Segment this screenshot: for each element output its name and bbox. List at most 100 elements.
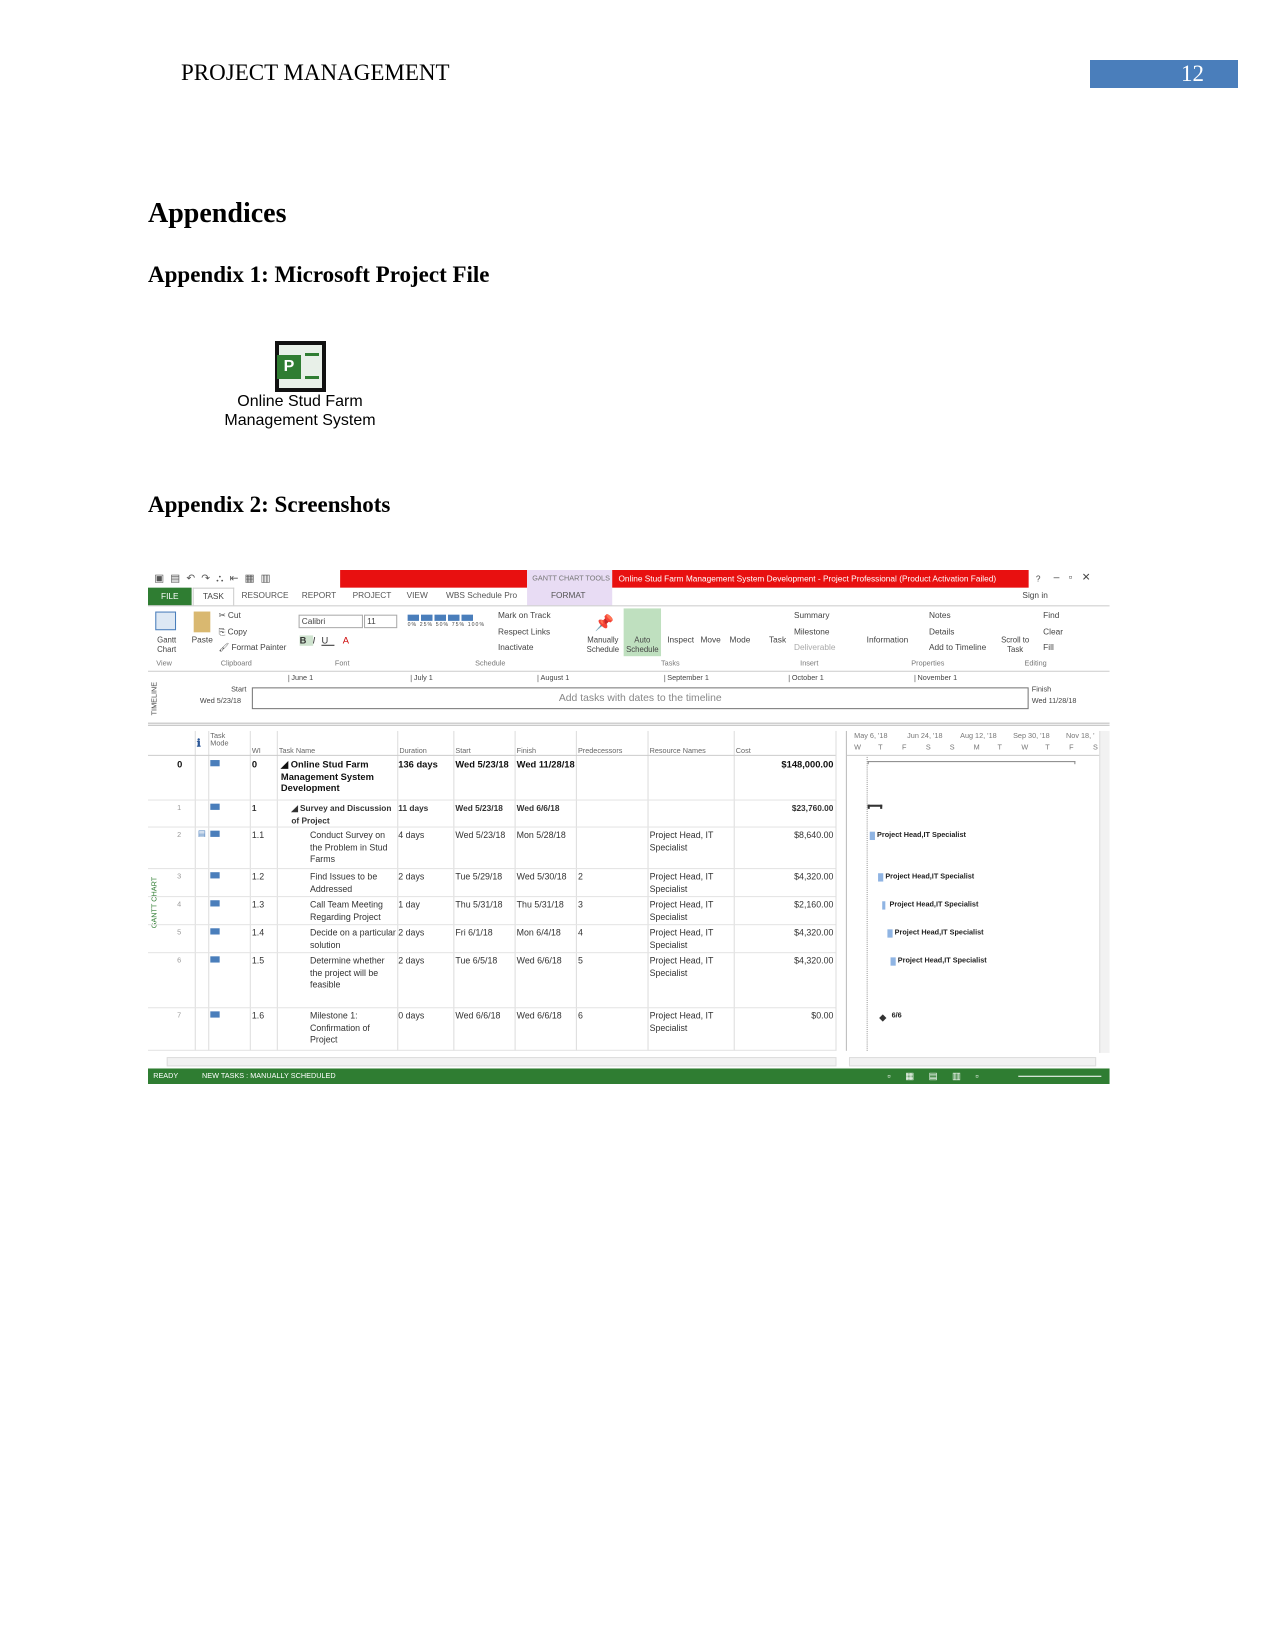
row-id: 3: [177, 873, 182, 881]
gantt-chart-button[interactable]: Gantt Chart: [152, 635, 181, 654]
table-row[interactable]: 7 1.6 Milestone 1: Confirmation of Project…: [148, 1008, 836, 1051]
details-button[interactable]: Details: [929, 627, 954, 636]
help-button[interactable]: ?: [1036, 574, 1041, 583]
sign-in-link[interactable]: Sign in: [1022, 591, 1047, 600]
ms-project-file-icon[interactable]: P: [275, 341, 326, 392]
percent-complete-icons[interactable]: [407, 614, 475, 621]
milestone-diamond-icon[interactable]: ◆: [879, 1012, 886, 1023]
row-id: 0: [177, 759, 183, 770]
cut-button[interactable]: ✂ Cut: [219, 611, 241, 620]
project-summary-bar[interactable]: [867, 761, 1076, 765]
window-controls[interactable]: –▫✕: [1054, 572, 1100, 583]
duration-cell: 11 days: [398, 803, 429, 814]
deliverable-button[interactable]: Deliverable: [794, 643, 836, 652]
task-bar-label: Project Head,IT Specialist: [894, 929, 984, 937]
tab-resource[interactable]: RESOURCE: [241, 591, 288, 600]
gantt-day-label: S: [1093, 744, 1098, 752]
font-size-select[interactable]: 11: [364, 614, 398, 629]
task-bar[interactable]: [869, 831, 875, 841]
gantt-day-label: F: [901, 744, 907, 752]
table-row[interactable]: 3 1.2 Find Issues to be Addressed 2 days Tue…: [148, 869, 836, 898]
cut-icon: ✂: [218, 610, 228, 620]
milestone-label: 6/6: [891, 1012, 902, 1020]
column-header[interactable]: Resource Names: [650, 748, 733, 755]
clear-button[interactable]: Clear: [1043, 627, 1063, 636]
summary-button[interactable]: Summary: [794, 611, 830, 620]
add-to-timeline-button[interactable]: Add to Timeline: [929, 643, 986, 652]
table-row[interactable]: 4 1.3 Call Team Meeting Regarding Project 1…: [148, 897, 836, 926]
font-family-select[interactable]: Calibri: [298, 614, 363, 629]
task-mode-icon: [210, 872, 220, 879]
move-button[interactable]: Move: [700, 635, 720, 644]
view-shortcut-icons[interactable]: ▫▦▤▥▫: [887, 1068, 993, 1084]
column-header[interactable]: Task Name: [279, 748, 362, 755]
mark-on-track-button[interactable]: Mark on Track: [498, 611, 551, 620]
milestone-button[interactable]: Milestone: [794, 627, 830, 636]
predecessors-cell: 2: [577, 871, 583, 882]
percent-labels: 0% 25% 50% 75% 100%: [407, 621, 486, 629]
table-row[interactable]: 2 ▤ 1.1 Conduct Survey on the Problem in St…: [148, 828, 836, 870]
task-bar[interactable]: [878, 873, 884, 882]
tab-view[interactable]: VIEW: [407, 591, 428, 600]
respect-links-button[interactable]: Respect Links: [498, 627, 550, 636]
task-mode-icon: [210, 803, 220, 810]
scroll-to-task-button[interactable]: Scroll to Task: [1000, 635, 1031, 654]
task-mode-icon: [210, 760, 220, 767]
status-new-tasks[interactable]: NEW TASKS : MANUALLY SCHEDULED: [202, 1068, 336, 1084]
quick-access-toolbar[interactable]: ▣▤↶↷⛬⇤▦▥: [154, 573, 336, 584]
font-format-buttons[interactable]: BIU A: [299, 635, 356, 646]
timeline-month: October 1: [788, 674, 824, 683]
paste-button[interactable]: Paste: [192, 635, 213, 644]
inspect-button[interactable]: Inspect: [667, 635, 694, 644]
table-row[interactable]: 1 1 ◢ Survey and Discussion of Project 11 d…: [148, 801, 836, 828]
context-tab-label: GANTT CHART TOOLS: [532, 575, 610, 583]
auto-schedule-button[interactable]: Auto Schedule: [623, 608, 662, 657]
timeline-bar[interactable]: Add tasks with dates to the timeline: [251, 687, 1029, 710]
task-name-cell: Determine whether the project will be fe…: [310, 955, 385, 990]
table-horizontal-scrollbar[interactable]: [166, 1057, 837, 1067]
inactivate-button[interactable]: Inactivate: [498, 643, 534, 652]
table-row[interactable]: 0 0 ◢ Online Stud Farm Management System D…: [148, 757, 836, 801]
task-button[interactable]: Task: [769, 635, 786, 644]
gantt-period-label: Jun 24, '18: [907, 733, 943, 741]
gantt-day-label: W: [854, 744, 862, 752]
finish-cell: Wed 6/6/18: [516, 955, 562, 966]
copy-button[interactable]: ⎘ Copy: [219, 627, 247, 637]
information-button[interactable]: Information: [867, 635, 909, 644]
task-bar[interactable]: [882, 901, 886, 910]
vertical-scrollbar[interactable]: [1099, 730, 1110, 1053]
task-bar[interactable]: [890, 957, 896, 966]
column-header[interactable]: Task Mode: [210, 733, 241, 748]
start-cell: Wed 5/23/18: [455, 803, 503, 814]
table-row[interactable]: 6 1.5 Determine whether the project will b…: [148, 953, 836, 1009]
status-ready: READY: [153, 1072, 179, 1080]
gantt-horizontal-scrollbar[interactable]: [848, 1057, 1097, 1067]
finish-cell: Wed 11/28/18: [516, 759, 575, 770]
row-partial: [148, 1051, 835, 1057]
task-bar[interactable]: [887, 929, 893, 938]
predecessors-cell: 3: [577, 899, 583, 910]
zoom-slider[interactable]: [1018, 1075, 1102, 1077]
gantt-chart-icon: [155, 611, 177, 631]
mode-button[interactable]: Mode: [730, 635, 751, 644]
tab-wbs[interactable]: WBS Schedule Pro: [446, 591, 517, 600]
resource-names-cell: Project Head, IT Specialist: [649, 899, 714, 922]
tab-report[interactable]: REPORT: [302, 591, 336, 600]
duration-cell: 136 days: [398, 759, 438, 770]
format-painter-button[interactable]: 🖌 Format Painter: [219, 643, 287, 652]
appendix2-heading: Appendix 2: Screenshots: [148, 492, 391, 517]
tab-task[interactable]: TASK: [192, 587, 235, 606]
column-header[interactable]: Cost: [736, 748, 819, 755]
tab-format[interactable]: FORMAT: [551, 591, 585, 600]
tab-project[interactable]: PROJECT: [353, 591, 392, 600]
timeline-label: TIMELINE: [151, 681, 159, 716]
notes-button[interactable]: Notes: [929, 611, 951, 620]
find-button[interactable]: Find: [1043, 611, 1059, 620]
task-name-cell: Call Team Meeting Regarding Project: [310, 899, 383, 922]
resource-names-cell: Project Head, IT Specialist: [649, 927, 714, 950]
fill-button[interactable]: Fill: [1043, 643, 1054, 652]
table-row[interactable]: 5 1.4 Decide on a particular solution 2 day…: [148, 925, 836, 954]
manually-schedule-button[interactable]: Manually Schedule: [584, 635, 621, 654]
summary-bar[interactable]: [867, 804, 883, 809]
tab-file[interactable]: FILE: [148, 587, 192, 606]
